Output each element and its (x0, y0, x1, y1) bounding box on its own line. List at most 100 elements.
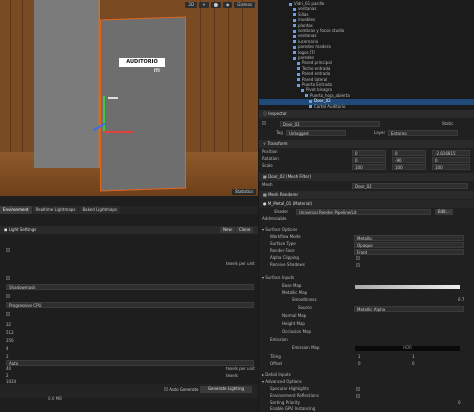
layer-label: Layer (374, 130, 386, 135)
mesh-renderer-header[interactable]: ▦ Mesh Renderer (259, 191, 474, 199)
receive-shadows-checkbox[interactable] (356, 263, 360, 267)
occlusion-map-label: Occlusion Map (282, 329, 312, 334)
gameobject-cube-icon (293, 45, 296, 49)
alpha-clip-checkbox[interactable] (356, 256, 360, 260)
checkbox[interactable] (6, 312, 10, 316)
scale-x[interactable]: 100 (352, 164, 386, 170)
specular-checkbox[interactable] (356, 387, 360, 391)
hierarchy-item-label: Vidri_01 pasillo (294, 1, 325, 6)
source-row: Source Metallic Alpha (262, 306, 472, 313)
door-mesh[interactable] (100, 16, 186, 192)
hierarchy-item-label: Pared entrada (302, 71, 331, 77)
clone-button[interactable]: Clone (236, 227, 254, 233)
lighting-row (6, 276, 254, 283)
source-dropdown[interactable]: Metallic Alpha (354, 306, 464, 312)
surface-inputs-header[interactable]: ▾ Surface Inputs (262, 276, 472, 283)
scale-y[interactable]: 100 (392, 164, 426, 170)
lighting-value[interactable]: 256 (6, 339, 254, 346)
auto-generate-toggle[interactable]: Auto Generate (164, 387, 199, 392)
position-z[interactable]: -2.816815 (432, 150, 470, 156)
surface-options-label: Surface Options (265, 227, 298, 232)
hierarchy-item-label: Puerta Entrada (302, 82, 332, 87)
scene-tool-layers-icon[interactable]: ◆ (223, 2, 233, 8)
surface-type-label: Surface Type (270, 241, 296, 246)
tab-baked-lightmaps[interactable]: Baked Lightmaps (79, 206, 121, 214)
scene-tool-fx-icon[interactable]: ⬤ (210, 2, 222, 8)
new-button[interactable]: New (220, 227, 235, 233)
lighting-value[interactable]: 4 (6, 347, 254, 354)
rotation-y[interactable]: -90 (392, 157, 426, 163)
rotation-x[interactable]: 0 (352, 157, 386, 163)
scale-label: Scale (262, 163, 273, 168)
transform-header[interactable]: ⊹ Transform (259, 140, 474, 148)
tiling-y[interactable]: 1 (412, 355, 415, 359)
gameobject-cube-icon (293, 7, 296, 11)
hierarchy-item-label: Pared principal (302, 60, 332, 66)
position-y[interactable]: 0 (392, 150, 426, 156)
scene-tool-light-icon[interactable]: ☀ (199, 2, 209, 8)
smoothness-value[interactable]: 0.7 (458, 298, 464, 302)
generate-lighting-button[interactable]: Generate Lighting (200, 386, 252, 393)
base-map-color[interactable] (355, 285, 460, 289)
tab-environment[interactable]: Environment (0, 206, 32, 214)
hierarchy-item-label: muebles (298, 17, 316, 23)
surface-type-dropdown[interactable]: Opaque (354, 242, 464, 248)
emission-color[interactable]: HDR (355, 346, 460, 351)
object-name-field[interactable]: Door_02 (280, 121, 380, 127)
mesh-field[interactable]: Door_02 (352, 183, 468, 189)
gameobject-cube-icon (293, 18, 296, 22)
lightmapper-dropdown[interactable]: Progressive CPU (6, 302, 254, 308)
scene-view[interactable]: AUDITORIO ITI 2D ☀ ⬤ ◆ Gizmos (0, 0, 258, 196)
hierarchy-item-label: plantas (298, 22, 313, 28)
mesh-filter-label: Door_02 (Mesh Filter) (268, 174, 311, 179)
source-label: Source (298, 305, 312, 310)
lighting-tabs: Environment Realtime Lightmaps Baked Lig… (0, 206, 258, 214)
position-x[interactable]: 0 (352, 150, 386, 156)
door-sign-sub: ITI (154, 68, 160, 73)
checkbox[interactable] (164, 387, 168, 391)
lighting-mode-dropdown[interactable]: Shadowmask (6, 284, 254, 290)
edit-shader-button[interactable]: Edit... (435, 209, 453, 215)
tab-realtime-lightmaps[interactable]: Realtime Lightmaps (32, 206, 79, 214)
tag-dropdown[interactable]: Untagged (286, 130, 346, 136)
layer-dropdown[interactable]: Entorno (388, 130, 458, 136)
hierarchy-item-label: paredes (298, 55, 315, 60)
lighting-value[interactable]: 512 (6, 331, 254, 338)
active-checkbox[interactable] (262, 121, 266, 125)
statistics-button[interactable]: Statistics (232, 189, 257, 195)
denoiser-dropdown[interactable]: Auto (6, 360, 254, 366)
gizmo-y-axis[interactable] (103, 96, 105, 132)
specular-label: Specular Highlights (270, 386, 309, 391)
lighting-value[interactable]: 40 (6, 367, 254, 374)
surface-inputs-label: Surface Inputs (265, 275, 295, 280)
scale-z[interactable]: 100 (432, 164, 470, 170)
gameobject-cube-icon (293, 24, 296, 28)
render-face-dropdown[interactable]: Front (354, 249, 464, 255)
checkbox[interactable] (6, 294, 10, 298)
material-header[interactable]: ● M_Metal_01 (Material) (259, 200, 474, 208)
lighting-value[interactable]: 32 (6, 323, 254, 330)
scene-tool-2d[interactable]: 2D (185, 2, 198, 8)
shader-dropdown[interactable]: Universal Render Pipeline/Lit (296, 209, 431, 215)
gizmo-x-axis[interactable] (103, 131, 133, 133)
checkbox[interactable] (6, 276, 10, 280)
hierarchy-item-label: ventanas (298, 33, 317, 39)
static-label[interactable]: Static (442, 122, 453, 126)
mesh-filter-header[interactable]: ▦ Door_02 (Mesh Filter) (259, 173, 474, 181)
hierarchy-item-label: paredes madera (298, 44, 331, 50)
offset-row: Offset 0 0 (262, 362, 472, 369)
workflow-dropdown[interactable]: Metallic (354, 235, 464, 241)
scene-tool-gizmos[interactable]: Gizmos (234, 2, 255, 8)
checkbox[interactable] (6, 248, 10, 252)
offset-y[interactable]: 0 (412, 362, 415, 366)
env-reflections-checkbox[interactable] (356, 394, 360, 398)
gameobject-cube-icon (309, 99, 312, 103)
light-settings-label: Light Settings (8, 227, 37, 232)
gameobject-cube-icon (297, 72, 300, 76)
tag-label: Tag (276, 130, 283, 135)
rotation-z[interactable]: 0 (432, 157, 470, 163)
tiling-x[interactable]: 1 (358, 355, 361, 359)
sorting-value[interactable]: 0 (458, 401, 461, 405)
inspector-tab[interactable]: ⓘ Inspector (259, 110, 474, 118)
offset-x[interactable]: 0 (358, 362, 361, 366)
